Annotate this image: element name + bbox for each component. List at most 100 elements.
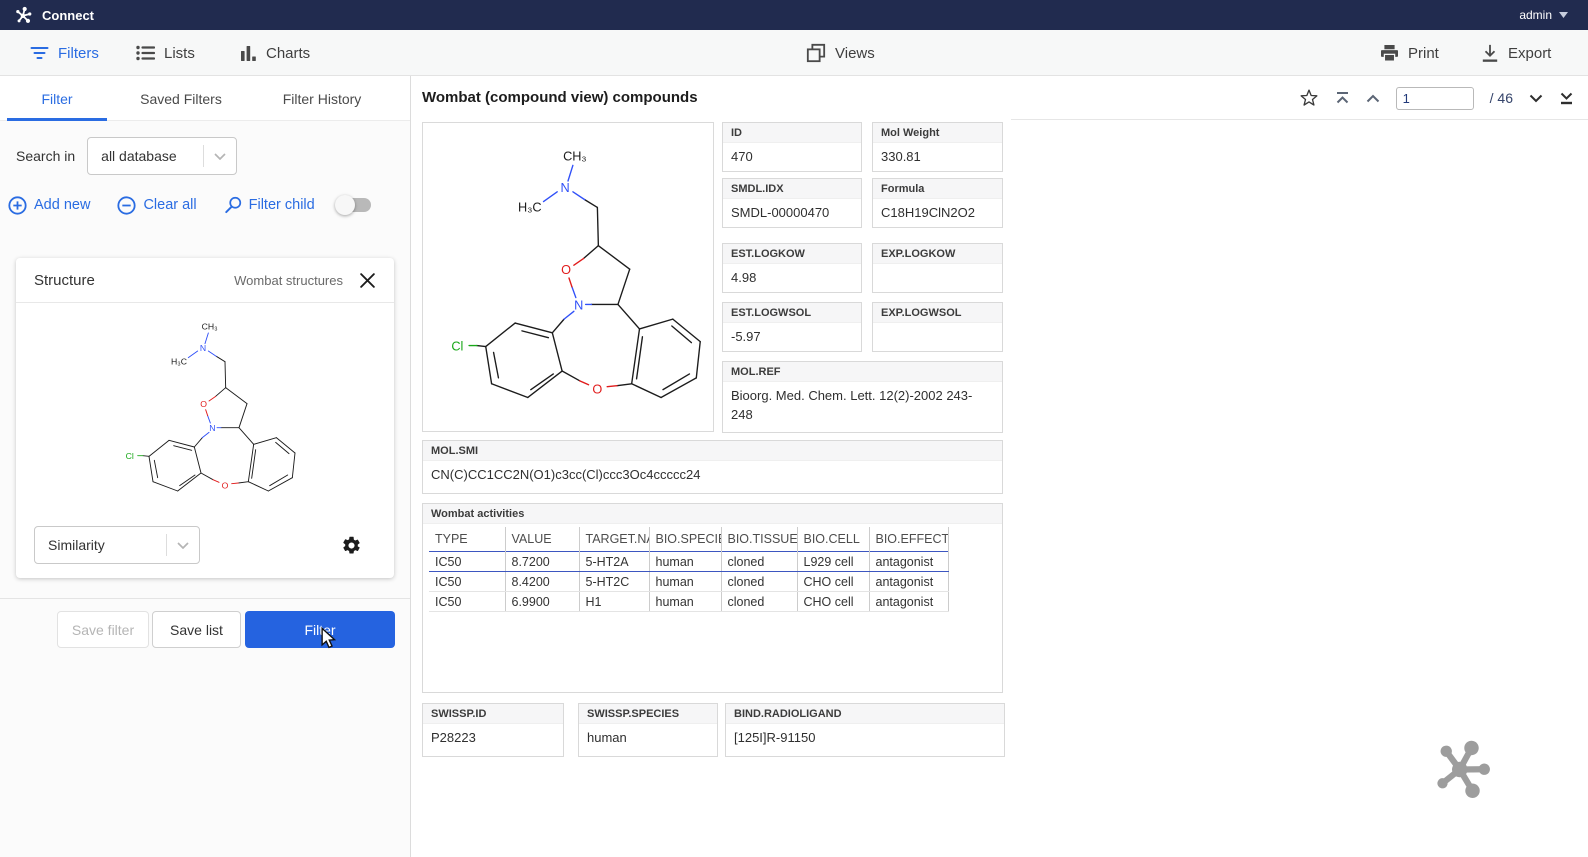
field-est-logwsol: EST.LOGWSOL -5.97 xyxy=(722,302,862,352)
main-nav: Filters Lists Charts Views Print xyxy=(0,30,1588,76)
field-swissp-species-label: SWISSP.SPECIES xyxy=(579,704,717,724)
app-logo-group[interactable]: Connect xyxy=(14,6,94,25)
field-est-logkow: EST.LOGKOW 4.98 xyxy=(722,243,862,293)
col-type[interactable]: TYPE xyxy=(429,527,505,552)
field-est-logkow-label: EST.LOGKOW xyxy=(723,244,861,264)
field-mol-ref: MOL.REF Bioorg. Med. Chem. Lett. 12(2)-2… xyxy=(722,361,1003,433)
similarity-select-value: Similarity xyxy=(35,537,166,553)
tab-saved-filters[interactable]: Saved Filters xyxy=(125,76,237,121)
record-number-input[interactable] xyxy=(1396,87,1474,110)
app-window: CH₃ H₃C N N O O Cl Connect admin Fi xyxy=(0,0,1588,857)
nav-filters-label: Filters xyxy=(58,45,99,62)
cell-target: H1 xyxy=(579,592,649,612)
user-name: admin xyxy=(1519,8,1552,22)
col-bio-cell[interactable]: BIO.CELL xyxy=(797,527,869,552)
chevron-down-icon xyxy=(204,153,236,160)
first-record-icon[interactable] xyxy=(1335,91,1350,105)
last-record-icon[interactable] xyxy=(1559,91,1574,105)
compound-structure-image[interactable] xyxy=(422,122,714,432)
activity-row-selected[interactable]: IC50 8.7200 5-HT2A human cloned L929 cel… xyxy=(429,552,948,572)
favorite-star-icon[interactable] xyxy=(1299,88,1319,108)
activity-row[interactable]: IC50 6.9900 H1 human cloned CHO cell ant… xyxy=(429,592,948,612)
field-exp-logkow-value xyxy=(873,264,1002,274)
nav-views-label: Views xyxy=(835,45,875,62)
chemaxon-watermark-logo xyxy=(1429,736,1495,807)
field-mol-smi-label: MOL.SMI xyxy=(423,441,1002,461)
field-mol-weight: Mol Weight 330.81 xyxy=(872,122,1003,172)
field-bind-radioligand-value: [125I]R-91150 xyxy=(726,724,1004,753)
save-filter-button[interactable]: Save filter xyxy=(57,611,149,648)
views-icon xyxy=(806,43,826,63)
tab-filter-history[interactable]: Filter History xyxy=(266,76,378,121)
results-title: Wombat (compound view) compounds xyxy=(422,76,698,120)
add-new-button[interactable]: Add new xyxy=(8,196,90,215)
save-list-button[interactable]: Save list xyxy=(152,611,241,648)
database-select[interactable]: all database xyxy=(87,137,237,175)
field-swissp-id: SWISSP.ID P28223 xyxy=(422,703,564,757)
filter-child-toggle[interactable] xyxy=(337,198,371,212)
add-new-label: Add new xyxy=(34,197,90,213)
filter-sidebar: Filter Saved Filters Filter History Sear… xyxy=(0,76,411,857)
filter-child-button[interactable]: Filter child xyxy=(224,196,315,214)
nav-print[interactable]: Print xyxy=(1380,30,1439,76)
field-smdl-idx-value: SMDL-00000470 xyxy=(723,199,861,228)
field-formula-label: Formula xyxy=(873,179,1002,199)
nav-lists[interactable]: Lists xyxy=(136,30,195,76)
cell-cell: L929 cell xyxy=(797,552,869,572)
structure-card-subtitle: Wombat structures xyxy=(234,273,343,288)
col-bio-effect[interactable]: BIO.EFFECT xyxy=(869,527,948,552)
gear-icon[interactable] xyxy=(341,535,362,556)
col-value[interactable]: VALUE xyxy=(505,527,579,552)
nav-export[interactable]: Export xyxy=(1481,30,1551,76)
tab-filter[interactable]: Filter xyxy=(7,76,107,121)
download-icon xyxy=(1481,44,1499,62)
col-bio-tissues[interactable]: BIO.TISSUES xyxy=(721,527,797,552)
cell-target: 5-HT2C xyxy=(579,572,649,592)
cell-species: human xyxy=(649,592,721,612)
cell-cell: CHO cell xyxy=(797,572,869,592)
field-mol-smi-value: CN(C)CC1CC2N(O1)c3cc(Cl)ccc3Oc4ccccc24 xyxy=(423,461,1002,490)
field-exp-logwsol-value xyxy=(873,323,1002,333)
header-divider xyxy=(1011,119,1588,120)
sidebar-tabs: Filter Saved Filters Filter History xyxy=(0,76,410,121)
database-select-value: all database xyxy=(88,148,203,164)
nav-print-label: Print xyxy=(1408,45,1439,62)
field-mol-weight-value: 330.81 xyxy=(873,143,1002,172)
field-mol-ref-label: MOL.REF xyxy=(723,362,1002,382)
col-target-name[interactable]: TARGET.NA xyxy=(579,527,649,552)
cell-type: IC50 xyxy=(429,572,505,592)
previous-record-icon[interactable] xyxy=(1366,94,1380,103)
molecule-image-small xyxy=(60,309,350,509)
close-icon[interactable] xyxy=(359,272,376,289)
user-menu[interactable]: admin xyxy=(1519,8,1568,22)
structure-card-title: Structure xyxy=(34,272,95,289)
cell-value: 6.9900 xyxy=(505,592,579,612)
structure-filter-card: Structure Wombat structures Similarity xyxy=(16,258,394,578)
clear-all-button[interactable]: Clear all xyxy=(117,196,196,215)
filter-child-label: Filter child xyxy=(249,197,315,213)
field-bind-radioligand: BIND.RADIOLIGAND [125I]R-91150 xyxy=(725,703,1005,757)
list-icon xyxy=(136,45,155,61)
nav-views[interactable]: Views xyxy=(806,30,875,76)
sidebar-divider xyxy=(0,598,410,599)
similarity-select[interactable]: Similarity xyxy=(34,526,200,564)
field-id-value: 470 xyxy=(723,143,861,172)
next-record-icon[interactable] xyxy=(1529,94,1543,103)
filter-button[interactable]: Filter xyxy=(245,611,395,648)
field-exp-logkow-label: EXP.LOGKOW xyxy=(873,244,1002,264)
cell-effect: antagonist xyxy=(869,592,948,612)
structure-query-drawing[interactable] xyxy=(16,303,394,515)
field-swissp-species: SWISSP.SPECIES human xyxy=(578,703,718,757)
nav-filters[interactable]: Filters xyxy=(30,30,99,76)
col-bio-species[interactable]: BIO.SPECIE xyxy=(649,527,721,552)
activity-row[interactable]: IC50 8.4200 5-HT2C human cloned CHO cell… xyxy=(429,572,948,592)
wombat-activities-title: Wombat activities xyxy=(423,504,1002,524)
nav-export-label: Export xyxy=(1508,45,1551,62)
activities-header-row: TYPE VALUE TARGET.NA BIO.SPECIE BIO.TISS… xyxy=(429,527,948,552)
record-count-label: / 46 xyxy=(1490,90,1513,106)
field-est-logkow-value: 4.98 xyxy=(723,264,861,293)
filter-lines-icon xyxy=(30,45,49,61)
sidebar-buttons-row: Save filter Save list Filter xyxy=(0,611,410,649)
connect-logo-icon xyxy=(14,6,33,25)
nav-charts[interactable]: Charts xyxy=(240,30,310,76)
